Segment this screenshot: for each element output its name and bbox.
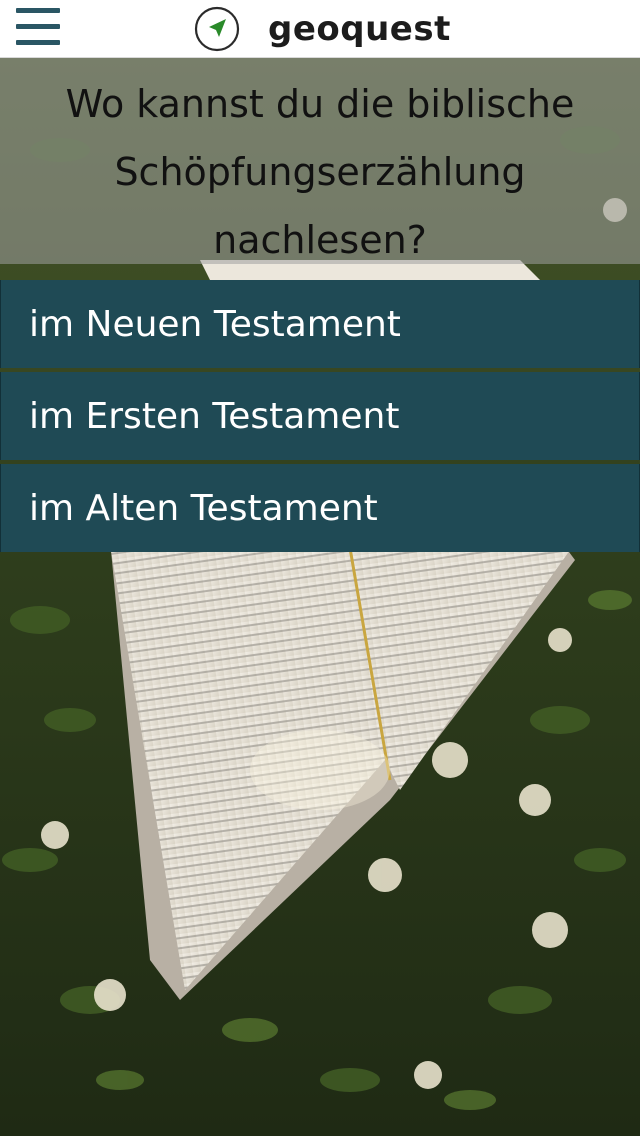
answer-option[interactable]: im Alten Testament	[0, 464, 640, 552]
question-text: Wo kannst du die biblische Schöpfungserz…	[30, 70, 610, 274]
answer-list: im Neuen Testament im Ersten Testament i…	[0, 280, 640, 556]
answer-label: im Ersten Testament	[29, 395, 400, 437]
question-line: Schöpfungserzählung	[114, 150, 526, 194]
question-line: Wo kannst du die biblische	[65, 82, 575, 126]
answer-label: im Neuen Testament	[29, 303, 401, 345]
app-name: geoquest	[268, 9, 451, 49]
answer-option[interactable]: im Ersten Testament	[0, 372, 640, 460]
app-brand: geoquest	[194, 4, 451, 54]
menu-button[interactable]	[16, 6, 62, 48]
question-line: nachlesen?	[213, 218, 427, 262]
menu-bar	[16, 40, 60, 45]
answer-option[interactable]: im Neuen Testament	[0, 280, 640, 368]
navigation-arrow-icon	[194, 6, 240, 52]
menu-bar	[16, 24, 60, 29]
answer-label: im Alten Testament	[29, 487, 378, 529]
question-panel: Wo kannst du die biblische Schöpfungserz…	[0, 58, 640, 264]
app-header: geoquest	[0, 0, 640, 58]
screen: geoquest Wo kannst du die biblische Schö…	[0, 0, 640, 1136]
menu-bar	[16, 8, 60, 13]
